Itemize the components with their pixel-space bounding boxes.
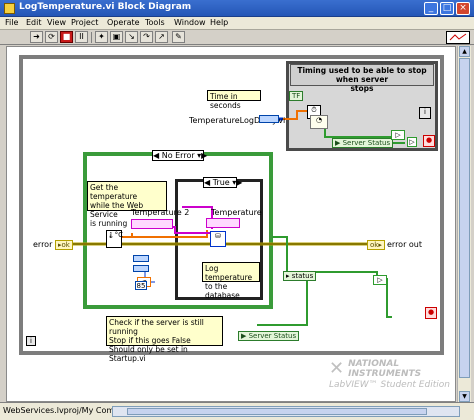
status-label: status [291,272,314,280]
time-in-seconds-comment: Time in seconds [207,90,261,110]
constant-85[interactable]: 85 [135,281,147,290]
toolbar-separator [91,32,92,43]
horizontal-scroll-thumb[interactable] [127,408,427,415]
temperature-2-terminal[interactable] [131,219,173,229]
scroll-down-arrow-icon[interactable]: ▼ [459,391,470,402]
horizontal-scrollbar[interactable] [112,406,460,417]
menu-bar: File Edit View Project Operate Tools Win… [0,17,474,30]
menu-view[interactable]: View [47,18,66,27]
vertical-scrollbar[interactable]: ▲ ▼ [457,46,471,402]
stop-terminal-2[interactable]: ● [425,307,437,319]
status-unbundle[interactable]: ▸ status [283,271,317,281]
pause-icon[interactable]: II [75,31,88,43]
clock-node[interactable]: ◔ [310,115,328,129]
log-temperature-comment: Log temperature to the database [202,262,260,300]
retain-wire-values-icon[interactable]: ▣ [110,31,123,43]
vi-icon [446,31,470,44]
iteration-index-terminal: i [419,107,431,119]
abort-icon[interactable]: ■ [60,31,73,43]
loop-iteration-terminal: i [26,336,36,346]
menu-edit[interactable]: Edit [26,18,42,27]
minimize-button[interactable]: _ [424,2,438,15]
step-into-icon[interactable]: ↘ [125,31,138,43]
run-continuous-icon[interactable]: ⟳ [45,31,58,43]
menu-tools[interactable]: Tools [145,18,165,27]
server-status-local-2[interactable]: ▶ Server Status [238,331,300,341]
error-out-terminal[interactable]: ok▸ [367,240,385,250]
labview-app-icon [4,3,15,14]
step-over-icon[interactable]: ↷ [140,31,153,43]
menu-operate[interactable]: Operate [107,18,140,27]
maximize-button[interactable]: □ [440,2,454,15]
scroll-up-arrow-icon[interactable]: ▲ [459,46,470,57]
clean-up-icon[interactable]: ✎ [172,31,185,43]
not-gate-1[interactable]: ▷ [407,137,417,147]
step-out-icon[interactable]: ↗ [155,31,168,43]
temperature-label: Temperature [211,208,262,217]
server-status-local-1[interactable]: ▶ Server Status [332,138,394,148]
temperature-2-label: Temperature 2 [131,208,190,217]
stop-terminal-1[interactable]: ● [423,135,435,147]
run-arrow-icon[interactable]: ➜ [30,31,43,43]
numeric-indicator-small[interactable] [133,255,149,262]
server-status-1-label: Server Status [342,139,391,147]
watermark-national: NATIONAL [348,359,400,369]
close-button[interactable]: × [456,2,470,15]
error-out-label: error out [387,240,423,249]
or-gate-2[interactable]: ▷ [373,275,387,285]
scroll-thumb[interactable] [459,58,470,378]
degree-c-label: °C [114,231,124,239]
menu-file[interactable]: File [5,18,18,27]
status-bar: WebServices.lvproj/My Computer [0,402,474,420]
watermark-instruments: INSTRUMENTS [348,369,422,379]
ni-logo-watermark: ✕ NATIONAL INSTRUMENTS LabVIEW™ Student … [329,359,450,390]
toolbar: ➜ ⟳ ■ II ✦ ▣ ↘ ↷ ↗ ✎ [0,30,474,45]
or-gate-1[interactable]: ▷ [391,130,405,140]
block-diagram-canvas[interactable]: Timing used to be able to stop when serv… [6,46,456,402]
delay-subvi-icon[interactable] [259,115,279,123]
watermark-edition: LabVIEW™ Student Edition [329,380,450,390]
database-write-node[interactable]: ⛁ [210,231,226,247]
window-title: LogTemperature.vi Block Diagram [19,2,192,12]
numeric-indicator-small-2[interactable] [133,265,149,272]
check-server-comment: Check if the server is still running Sto… [106,316,223,363]
server-status-2-label: Server Status [248,332,297,340]
window-titlebar: LogTemperature.vi Block Diagram _ □ × [0,0,474,17]
get-temperature-comment: Get the temperature while the Web Servic… [87,181,167,228]
menu-help[interactable]: Help [210,18,228,27]
temperature-sensor-node[interactable]: 🌡°C [106,230,124,248]
error-in-terminal[interactable]: ▸ok [55,240,73,250]
true-constant[interactable]: TF [289,91,304,101]
menu-project[interactable]: Project [71,18,98,27]
highlight-execution-icon[interactable]: ✦ [95,31,108,43]
temperature-terminal[interactable] [206,218,240,228]
menu-window[interactable]: Window [174,18,206,27]
ni-eagle-icon: ✕ [329,358,345,379]
